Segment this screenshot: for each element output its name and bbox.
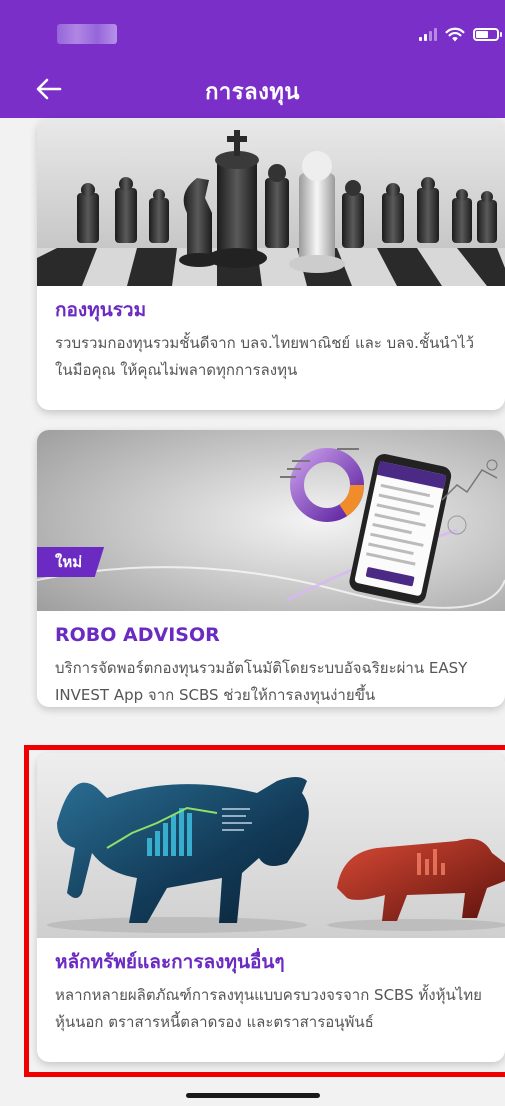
card-title-mutual-fund: กองทุนรวม (55, 299, 147, 321)
mutual-fund-card[interactable]: กองทุนรวม รวบรวมกองทุนรวมชั้นดีจาก บลจ.ไ… (37, 118, 505, 410)
home-indicator (186, 1093, 320, 1098)
robo-advisor-banner-image: ใหม่ (37, 430, 505, 611)
status-icons (419, 25, 502, 43)
chess-banner-image (37, 118, 505, 286)
wifi-icon (445, 27, 465, 41)
new-badge: ใหม่ (37, 547, 105, 577)
card-description-robo-advisor: บริการจัดพอร์ตกองทุนรวมอัตโนมัติโดยระบบอ… (55, 659, 468, 704)
app-header: การลงทุน (0, 0, 505, 118)
page-title: การลงทุน (205, 80, 300, 105)
status-time-blurred (57, 24, 117, 44)
battery-icon (473, 27, 502, 41)
highlight-frame (24, 745, 505, 1077)
card-description-mutual-fund: รวบรวมกองทุนรวมชั้นดีจาก บลจ.ไทยพาณิชย์ … (55, 334, 475, 379)
signal-icon (419, 27, 437, 41)
card-title-robo-advisor: ROBO ADVISOR (55, 624, 220, 646)
status-bar (0, 0, 505, 60)
robo-advisor-card[interactable]: ใหม่ ROBO ADVISOR บริการจัดพอร์ตกองทุนรว… (37, 430, 505, 707)
nav-bar: การลงทุน (0, 60, 505, 118)
